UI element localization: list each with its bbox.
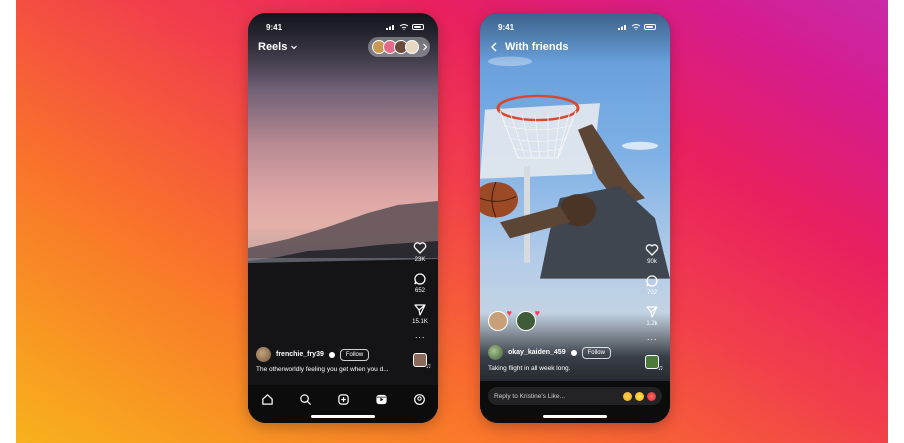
friends-header: With friends (490, 41, 568, 53)
cell-signal-icon (386, 25, 394, 30)
like-count: 90k (647, 259, 657, 265)
create-icon[interactable] (337, 393, 350, 406)
home-icon[interactable] (261, 393, 274, 406)
reply-input[interactable]: Reply to Kristine's Like... (488, 387, 662, 405)
wifi-icon (399, 24, 409, 30)
phone-reels-feed: 9:41 Reels 23K 652 15.1K ··· ♫ frenchie_… (248, 13, 438, 423)
home-indicator (543, 415, 607, 418)
author-row: frenchie_fry39 Follow (256, 347, 370, 362)
reels-icon[interactable] (375, 393, 388, 406)
home-indicator (311, 415, 375, 418)
more-icon[interactable]: ··· (415, 333, 426, 342)
status-time: 9:41 (498, 22, 515, 32)
comment-icon (646, 275, 658, 287)
friends-activity-pill[interactable] (368, 37, 430, 57)
reel-caption[interactable]: Taking flight in all week long. (488, 365, 570, 372)
action-rail: 23K 652 15.1K ··· ♫ (408, 241, 432, 370)
share-button[interactable]: 15.1K (412, 303, 428, 325)
audio-icon[interactable]: ♫ (645, 355, 663, 372)
author-username[interactable]: okay_kaiden_459 (508, 349, 566, 356)
like-button[interactable]: 23K (413, 241, 427, 263)
share-count: 15.1K (412, 319, 428, 325)
like-button[interactable]: 90k (645, 243, 659, 265)
back-arrow-icon[interactable] (490, 42, 498, 52)
page-title: With friends (505, 41, 569, 53)
comment-button[interactable]: 702 (645, 274, 659, 296)
promo-background: 9:41 Reels 23K 652 15.1K ··· ♫ frenchie_… (16, 0, 888, 443)
heart-badge-icon: ♥ (506, 308, 512, 318)
share-icon (646, 306, 658, 318)
profile-icon[interactable] (413, 393, 426, 406)
avatar[interactable] (256, 347, 271, 362)
status-bar: 9:41 (498, 21, 656, 33)
share-button[interactable]: 1.2k (645, 305, 659, 327)
friend-reactions: ♥ ♥ (488, 308, 540, 331)
battery-icon (644, 24, 656, 30)
comment-button[interactable]: 652 (413, 272, 427, 294)
angry-emoji-icon[interactable] (647, 391, 656, 401)
action-rail: 90k 702 1.2k ··· ♫ (640, 243, 664, 372)
share-count: 1.2k (646, 321, 658, 327)
heart-icon (413, 242, 427, 254)
status-bar: 9:41 (266, 21, 424, 33)
cell-signal-icon (618, 25, 626, 30)
comment-count: 652 (414, 288, 425, 294)
like-count: 23K (414, 257, 426, 263)
comment-icon (414, 273, 426, 285)
reel-caption[interactable]: The otherworldly feeling you get when yo… (256, 366, 389, 373)
reply-placeholder: Reply to Kristine's Like... (494, 392, 565, 400)
reels-header[interactable]: Reels (258, 41, 298, 53)
bottom-nav (248, 385, 438, 423)
chevron-right-icon (423, 43, 428, 51)
phone-friends-feed: 9:41 With friends 90k 702 1.2k ··· ♫ ♥ ♥… (480, 13, 670, 423)
reactor-avatar[interactable]: ♥ (488, 308, 512, 331)
reactor-avatar[interactable]: ♥ (516, 308, 540, 331)
heart-eyes-emoji-icon[interactable] (623, 391, 632, 401)
search-icon[interactable] (299, 393, 312, 406)
more-icon[interactable]: ··· (647, 335, 658, 344)
reply-bar: Reply to Kristine's Like... (480, 381, 670, 423)
verified-icon (328, 351, 335, 358)
follow-button[interactable]: Follow (339, 348, 370, 361)
status-time: 9:41 (266, 22, 283, 32)
wifi-icon (631, 24, 641, 30)
music-note-icon: ♫ (657, 365, 663, 372)
friend-avatar (405, 40, 419, 54)
audio-icon[interactable]: ♫ (413, 353, 431, 370)
verified-icon (570, 349, 577, 356)
heart-badge-icon: ♥ (534, 308, 540, 318)
share-icon (414, 304, 426, 316)
comment-count: 702 (646, 290, 657, 296)
author-username[interactable]: frenchie_fry39 (276, 351, 324, 358)
author-row: okay_kaiden_459 Follow (488, 345, 611, 360)
heart-icon (645, 244, 659, 256)
laughing-emoji-icon[interactable] (635, 391, 644, 401)
battery-icon (412, 24, 424, 30)
music-note-icon: ♫ (425, 363, 431, 370)
avatar[interactable] (488, 345, 503, 360)
chevron-down-icon (291, 45, 298, 50)
page-title: Reels (258, 41, 288, 53)
follow-button[interactable]: Follow (581, 346, 611, 359)
